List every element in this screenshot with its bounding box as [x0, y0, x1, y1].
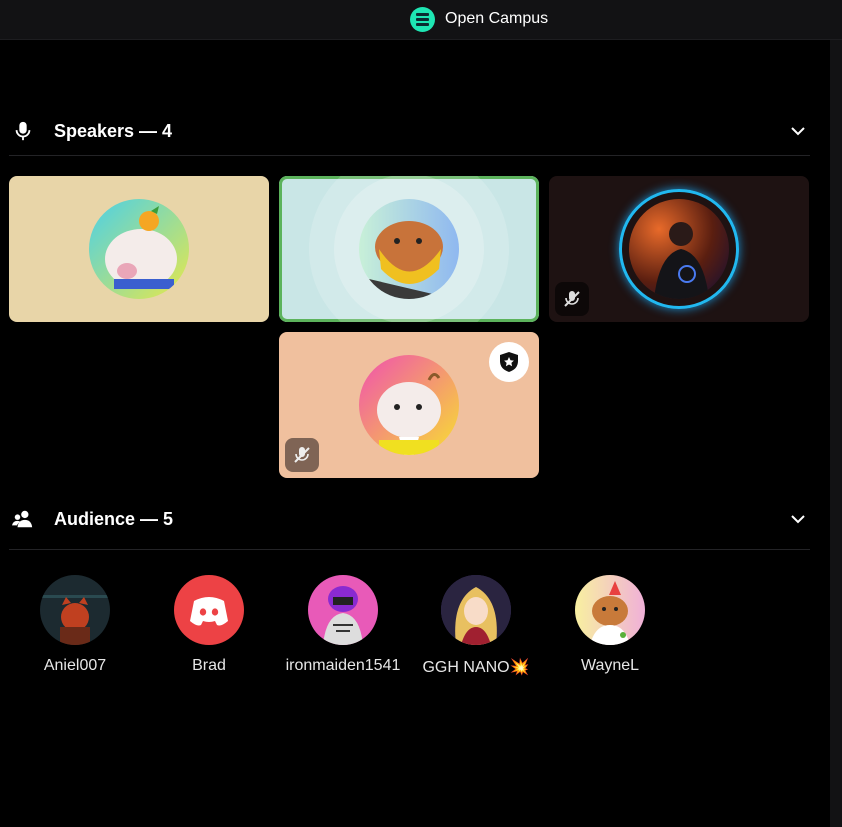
server-icon [410, 7, 435, 32]
speaker-tile-speaking[interactable] [279, 176, 539, 322]
shield-star-icon [500, 352, 518, 372]
avatar [308, 575, 378, 645]
chevron-down-icon[interactable] [790, 124, 806, 138]
speaker-tile[interactable] [279, 332, 539, 478]
avatar [359, 355, 459, 455]
avatar [575, 575, 645, 645]
member-name: ironmaiden1541 [285, 657, 401, 674]
speaker-tile[interactable] [9, 176, 269, 322]
avatar [174, 575, 244, 645]
discord-icon [190, 597, 228, 626]
audience-member[interactable]: Brad [144, 575, 274, 685]
speakers-heading: Speakers — 4 [54, 121, 173, 141]
speaker-tile[interactable] [549, 176, 809, 322]
audience-heading: Audience — 5 [54, 509, 174, 529]
avatar [441, 575, 511, 645]
audience-section-header[interactable]: Audience — 5 [9, 495, 810, 550]
mic-muted-icon [294, 447, 310, 463]
audience-member[interactable]: WayneL [545, 575, 675, 685]
member-name: WayneL [580, 657, 640, 674]
audience-member[interactable]: Aniel007 [10, 575, 140, 685]
mic-muted-icon [564, 291, 580, 307]
avatar [89, 199, 189, 299]
server-title: Open Campus [445, 10, 549, 27]
window-edge [830, 40, 842, 827]
people-icon [12, 510, 33, 528]
speakers-section-header[interactable]: Speakers — 4 [9, 107, 810, 156]
microphone-icon [15, 121, 31, 141]
audience-member[interactable]: GGH NANO💥 [411, 575, 541, 685]
member-name: Brad [192, 657, 226, 674]
member-name: Aniel007 [43, 657, 107, 674]
avatar [629, 199, 729, 299]
chevron-down-icon[interactable] [790, 512, 806, 526]
muted-indicator [285, 438, 319, 472]
avatar [359, 199, 459, 299]
avatar [40, 575, 110, 645]
audience-member[interactable]: ironmaiden1541 [278, 575, 408, 685]
title-bar: Open Campus [0, 0, 842, 40]
member-name: GGH NANO💥 [422, 659, 530, 676]
moderator-badge [489, 342, 529, 382]
muted-indicator [555, 282, 589, 316]
